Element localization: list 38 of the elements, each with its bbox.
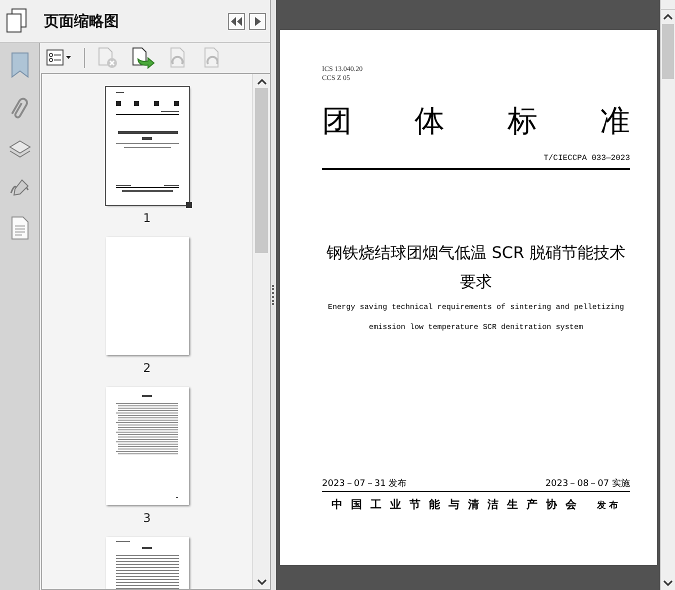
document-title: 钢铁烧结球团烟气低温 SCR 脱硝节能技术 [326, 242, 626, 264]
collapse-button[interactable] [228, 12, 245, 30]
delete-page-icon[interactable] [97, 47, 119, 69]
publisher-name: 中国工业节能与清洁生产协会 [331, 497, 585, 512]
scroll-down-icon[interactable] [663, 579, 673, 587]
expand-button[interactable] [249, 12, 266, 30]
options-icon[interactable] [46, 49, 72, 67]
panel-title: 页面缩略图 [44, 12, 120, 30]
double-left-arrow-icon [231, 16, 242, 26]
layers-icon[interactable] [8, 138, 32, 160]
publish-date: 2023－07－31 发布 [322, 478, 407, 490]
heading-character: 准 [600, 105, 630, 139]
scrollbar[interactable] [252, 74, 270, 589]
paperclip-icon[interactable] [10, 95, 30, 121]
page-arrow-icon[interactable] [131, 47, 155, 69]
standard-number: T/CIECCPA 033—2023 [544, 154, 630, 163]
scrollbar[interactable] [660, 0, 675, 590]
heading-character: 团 [322, 105, 352, 139]
bookmark-icon[interactable] [10, 52, 30, 78]
scroll-down-icon[interactable] [256, 578, 266, 586]
scrollbar-thumb[interactable] [255, 88, 268, 253]
effective-date: 2023－08－07 实施 [545, 478, 630, 490]
scroll-up-icon[interactable] [663, 13, 673, 21]
page-thumbnail[interactable] [106, 237, 188, 355]
pages-icon[interactable] [6, 8, 28, 34]
page-number: 1 [143, 211, 151, 225]
heading-character: 体 [414, 105, 445, 139]
document-icon[interactable] [10, 216, 30, 240]
scroll-up-icon[interactable] [256, 78, 266, 86]
page-number: 3 [143, 511, 151, 525]
splitter-handle[interactable] [270, 0, 276, 590]
page-number: 2 [143, 361, 151, 375]
heading-character: 标 [507, 105, 538, 139]
page-thumbnail[interactable] [106, 387, 188, 505]
right-arrow-icon [254, 16, 260, 26]
publisher-label: 发布 [596, 500, 621, 512]
scrollbar-thumb[interactable] [662, 24, 674, 79]
document-title: 要求 [459, 270, 493, 292]
